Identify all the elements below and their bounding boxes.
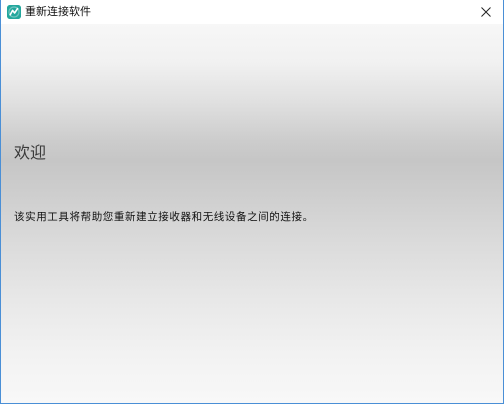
welcome-description: 该实用工具将帮助您重新建立接收器和无线设备之间的连接。 [14,211,314,223]
title-bar[interactable]: 重新连接软件 [1,0,503,24]
page-title: 欢迎 [14,143,47,162]
wizard-content: 欢迎 该实用工具将帮助您重新建立接收器和无线设备之间的连接。 [1,24,503,403]
window-title: 重新连接软件 [25,5,91,18]
logitech-unifying-icon [7,5,21,19]
close-icon [481,7,491,17]
app-window: 重新连接软件 欢迎 该实用工具将帮助您重新建立接收器和无线设备之间的连接。 [0,0,504,404]
close-button[interactable] [471,0,501,24]
